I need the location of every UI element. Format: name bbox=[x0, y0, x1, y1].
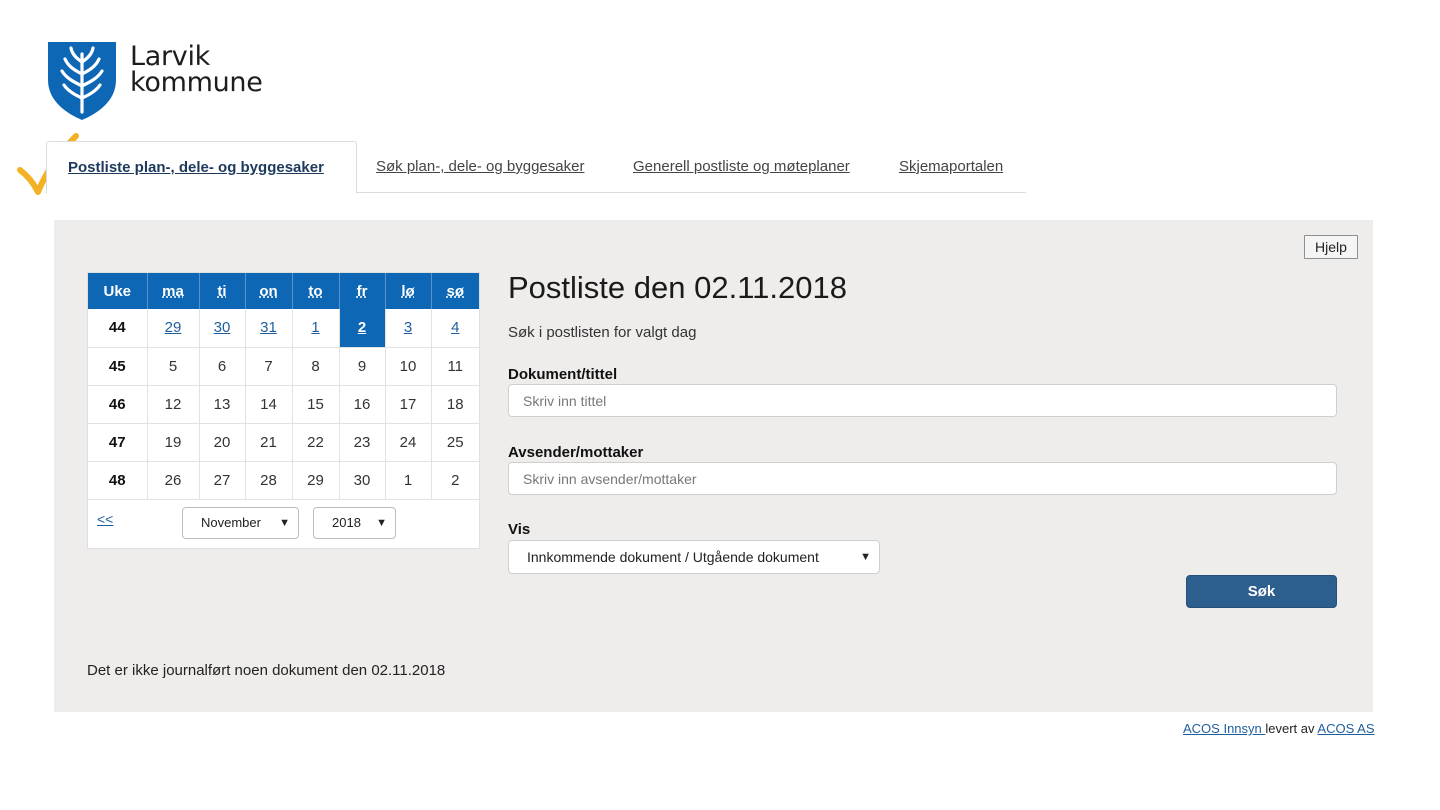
page-title: Postliste den 02.11.2018 bbox=[508, 270, 847, 305]
calendar-day: 26 bbox=[147, 461, 200, 500]
larvik-logo[interactable]: Larvik kommune bbox=[46, 40, 286, 122]
header-label: ma bbox=[162, 282, 184, 300]
header-label: Uke bbox=[103, 282, 132, 300]
header-label: fr bbox=[356, 282, 368, 300]
calendar-day: 13 bbox=[199, 385, 246, 424]
logo-text: Larvik kommune bbox=[130, 43, 263, 98]
chevron-down-icon: ▼ bbox=[376, 517, 387, 529]
header-tuesday[interactable]: ti bbox=[199, 273, 246, 309]
document-input[interactable] bbox=[508, 384, 1337, 417]
calendar-day: 20 bbox=[199, 423, 246, 462]
year-select-value: 2018 bbox=[332, 515, 361, 530]
calendar-prev-month-link[interactable]: << bbox=[97, 511, 113, 527]
nav-tabs: Postliste plan-, dele- og byggesaker Søk… bbox=[46, 141, 1026, 194]
calendar-day: 19 bbox=[147, 423, 200, 462]
calendar-week-row: 45 5 6 7 8 9 10 11 bbox=[88, 347, 479, 386]
tab-generell-postliste[interactable]: Generell postliste og møteplaner bbox=[633, 141, 850, 193]
header-sunday[interactable]: sø bbox=[431, 273, 479, 309]
calendar-day[interactable]: 1 bbox=[292, 309, 340, 348]
calendar: Uke ma ti on to fr lø sø 44 29 30 31 1 2… bbox=[87, 272, 480, 549]
week-number: 47 bbox=[88, 423, 148, 462]
header-saturday[interactable]: lø bbox=[385, 273, 432, 309]
calendar-day: 6 bbox=[199, 347, 246, 386]
calendar-day-selected[interactable]: 2 bbox=[339, 309, 386, 348]
calendar-day: 8 bbox=[292, 347, 340, 386]
calendar-day: 25 bbox=[431, 423, 479, 462]
tab-sok-byggesaker[interactable]: Søk plan-, dele- og byggesaker bbox=[376, 141, 584, 193]
header-thursday[interactable]: to bbox=[292, 273, 340, 309]
calendar-day: 29 bbox=[292, 461, 340, 500]
calendar-day: 12 bbox=[147, 385, 200, 424]
calendar-day: 11 bbox=[431, 347, 479, 386]
chevron-down-icon: ▼ bbox=[279, 517, 290, 529]
year-select[interactable]: 2018 ▼ bbox=[313, 507, 396, 539]
calendar-day: 30 bbox=[339, 461, 386, 500]
week-number: 48 bbox=[88, 461, 148, 500]
calendar-header-row: Uke ma ti on to fr lø sø bbox=[88, 273, 479, 309]
calendar-day[interactable]: 29 bbox=[147, 309, 200, 348]
month-select-value: November bbox=[201, 515, 261, 530]
week-number: 44 bbox=[88, 309, 148, 348]
calendar-day: 27 bbox=[199, 461, 246, 500]
header-monday[interactable]: ma bbox=[147, 273, 200, 309]
header-label: to bbox=[308, 282, 323, 300]
tab-postliste-byggesaker[interactable]: Postliste plan-, dele- og byggesaker bbox=[46, 141, 357, 194]
wheat-shield-icon bbox=[48, 42, 116, 120]
calendar-day: 22 bbox=[292, 423, 340, 462]
header-friday[interactable]: fr bbox=[339, 273, 386, 309]
calendar-day: 15 bbox=[292, 385, 340, 424]
vis-select[interactable]: Innkommende dokument / Utgående dokument… bbox=[508, 540, 880, 574]
logo-line2: kommune bbox=[130, 67, 263, 98]
calendar-week-row: 48 26 27 28 29 30 1 2 bbox=[88, 461, 479, 500]
calendar-week-row: 44 29 30 31 1 2 3 4 bbox=[88, 309, 479, 348]
calendar-day: 14 bbox=[245, 385, 293, 424]
header-label: lø bbox=[401, 282, 415, 300]
header-label: sø bbox=[446, 282, 464, 300]
calendar-day[interactable]: 31 bbox=[245, 309, 293, 348]
calendar-day: 18 bbox=[431, 385, 479, 424]
document-label: Dokument/tittel bbox=[508, 366, 618, 383]
sender-label: Avsender/mottaker bbox=[508, 444, 644, 461]
header-week: Uke bbox=[88, 273, 148, 309]
calendar-day: 9 bbox=[339, 347, 386, 386]
calendar-day: 7 bbox=[245, 347, 293, 386]
calendar-day: 5 bbox=[147, 347, 200, 386]
calendar-day: 17 bbox=[385, 385, 432, 424]
search-button[interactable]: Søk bbox=[1186, 575, 1337, 608]
chevron-down-icon: ▼ bbox=[860, 551, 871, 563]
calendar-day: 10 bbox=[385, 347, 432, 386]
month-select[interactable]: November ▼ bbox=[182, 507, 299, 539]
calendar-day[interactable]: 4 bbox=[431, 309, 479, 348]
calendar-week-row: 47 19 20 21 22 23 24 25 bbox=[88, 423, 479, 462]
calendar-day: 28 bbox=[245, 461, 293, 500]
week-number: 46 bbox=[88, 385, 148, 424]
calendar-day[interactable]: 30 bbox=[199, 309, 246, 348]
sender-input[interactable] bbox=[508, 462, 1337, 495]
no-documents-message: Det er ikke journalført noen dokument de… bbox=[87, 662, 446, 679]
calendar-day: 24 bbox=[385, 423, 432, 462]
acos-innsyn-link[interactable]: ACOS Innsyn bbox=[1183, 721, 1265, 736]
tab-skjemaportalen[interactable]: Skjemaportalen bbox=[899, 141, 1003, 193]
calendar-day: 23 bbox=[339, 423, 386, 462]
calendar-day: 1 bbox=[385, 461, 432, 500]
footer-text: levert av bbox=[1265, 721, 1318, 736]
header-wednesday[interactable]: on bbox=[245, 273, 293, 309]
calendar-day: 16 bbox=[339, 385, 386, 424]
calendar-week-row: 46 12 13 14 15 16 17 18 bbox=[88, 385, 479, 424]
help-button[interactable]: Hjelp bbox=[1304, 235, 1358, 259]
acos-as-link[interactable]: ACOS AS bbox=[1317, 721, 1374, 736]
page-subtitle: Søk i postlisten for valgt dag bbox=[508, 324, 697, 341]
main-panel: Hjelp Uke ma ti on to fr lø sø 44 29 30 … bbox=[54, 220, 1373, 712]
header-label: ti bbox=[217, 282, 227, 300]
calendar-day: 2 bbox=[431, 461, 479, 500]
vis-select-value: Innkommende dokument / Utgående dokument bbox=[527, 549, 819, 565]
calendar-day[interactable]: 3 bbox=[385, 309, 432, 348]
vis-label: Vis bbox=[508, 521, 531, 538]
calendar-table: Uke ma ti on to fr lø sø 44 29 30 31 1 2… bbox=[88, 273, 479, 500]
footer: ACOS Innsyn levert av ACOS AS bbox=[1183, 721, 1374, 736]
calendar-day: 21 bbox=[245, 423, 293, 462]
header-label: on bbox=[259, 282, 278, 300]
week-number: 45 bbox=[88, 347, 148, 386]
